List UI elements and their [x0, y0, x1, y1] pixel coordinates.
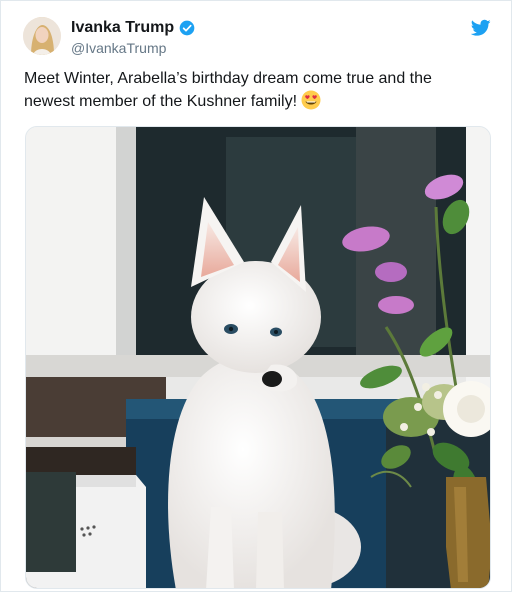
author-handle[interactable]: @IvankaTrump: [71, 40, 166, 56]
tweet-text-body: Meet Winter, Arabella’s birthday dream c…: [24, 70, 432, 110]
verified-badge-icon: [179, 20, 195, 36]
avatar[interactable]: [23, 17, 61, 55]
tweet-photo[interactable]: [25, 126, 491, 589]
tweet-card: Ivanka Trump @IvankaTrump Meet Winter, A…: [0, 0, 512, 592]
twitter-bird-icon[interactable]: [471, 19, 491, 37]
tweet-text: Meet Winter, Arabella’s birthday dream c…: [24, 68, 484, 113]
heart-eyes-emoji-icon: [301, 90, 321, 110]
author-display-name[interactable]: Ivanka Trump: [71, 19, 174, 37]
author-name-row: Ivanka Trump: [71, 19, 195, 37]
